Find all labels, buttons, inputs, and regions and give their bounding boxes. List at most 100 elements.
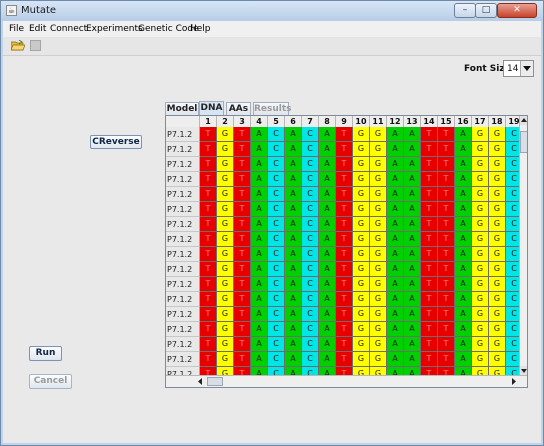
base-cell[interactable]: G: [370, 277, 387, 292]
base-cell[interactable]: G: [370, 232, 387, 247]
base-cell[interactable]: A: [455, 262, 472, 277]
base-cell[interactable]: A: [251, 232, 268, 247]
base-cell[interactable]: G: [489, 322, 506, 337]
base-cell[interactable]: G: [472, 277, 489, 292]
base-cell[interactable]: T: [234, 172, 251, 187]
base-cell[interactable]: G: [489, 187, 506, 202]
horizontal-scrollbar[interactable]: [166, 375, 527, 387]
row-label[interactable]: P7.1.2: [166, 262, 200, 277]
tab-dna[interactable]: DNA: [199, 101, 224, 115]
base-cell[interactable]: T: [421, 127, 438, 142]
base-cell[interactable]: G: [472, 307, 489, 322]
base-cell[interactable]: G: [217, 322, 234, 337]
maximize-button[interactable]: □: [475, 3, 497, 18]
base-cell[interactable]: C: [268, 142, 285, 157]
row-label[interactable]: P7.1.2: [166, 337, 200, 352]
row-label[interactable]: P7.1.2: [166, 127, 200, 142]
base-cell[interactable]: G: [489, 157, 506, 172]
base-cell[interactable]: G: [217, 187, 234, 202]
base-cell[interactable]: G: [489, 217, 506, 232]
base-cell[interactable]: A: [319, 352, 336, 367]
base-cell[interactable]: A: [285, 322, 302, 337]
base-cell[interactable]: G: [370, 217, 387, 232]
base-cell[interactable]: A: [404, 262, 421, 277]
column-header[interactable]: 18: [489, 116, 506, 127]
base-cell[interactable]: T: [234, 157, 251, 172]
base-cell[interactable]: G: [472, 247, 489, 262]
base-cell[interactable]: G: [353, 142, 370, 157]
menu-edit[interactable]: Edit: [29, 24, 46, 34]
base-cell[interactable]: T: [234, 142, 251, 157]
base-cell[interactable]: T: [336, 277, 353, 292]
base-cell[interactable]: T: [234, 337, 251, 352]
base-cell[interactable]: A: [387, 322, 404, 337]
title-bar[interactable]: ☕ Mutate – □ ✕: [1, 1, 543, 21]
base-cell[interactable]: A: [285, 352, 302, 367]
base-cell[interactable]: G: [472, 187, 489, 202]
base-cell[interactable]: A: [387, 157, 404, 172]
base-cell[interactable]: T: [438, 127, 455, 142]
base-cell[interactable]: C: [302, 142, 319, 157]
column-header[interactable]: 5: [268, 116, 285, 127]
base-cell[interactable]: T: [200, 307, 217, 322]
creverse-button[interactable]: CReverse: [90, 135, 142, 149]
base-cell[interactable]: T: [336, 352, 353, 367]
base-cell[interactable]: A: [455, 277, 472, 292]
base-cell[interactable]: G: [489, 307, 506, 322]
base-cell[interactable]: T: [234, 307, 251, 322]
base-cell[interactable]: T: [234, 187, 251, 202]
base-cell[interactable]: A: [285, 262, 302, 277]
base-cell[interactable]: G: [353, 202, 370, 217]
row-label[interactable]: P7.1.2: [166, 232, 200, 247]
column-header[interactable]: 9: [336, 116, 353, 127]
base-cell[interactable]: A: [387, 142, 404, 157]
base-cell[interactable]: A: [319, 322, 336, 337]
base-cell[interactable]: T: [336, 337, 353, 352]
base-cell[interactable]: A: [404, 127, 421, 142]
base-cell[interactable]: A: [404, 202, 421, 217]
base-cell[interactable]: C: [302, 277, 319, 292]
column-header[interactable]: 2: [217, 116, 234, 127]
base-cell[interactable]: G: [353, 322, 370, 337]
horizontal-scroll-thumb[interactable]: [207, 377, 223, 386]
base-cell[interactable]: A: [404, 307, 421, 322]
base-cell[interactable]: G: [353, 247, 370, 262]
base-cell[interactable]: A: [285, 142, 302, 157]
chevron-down-icon[interactable]: [520, 61, 533, 76]
base-cell[interactable]: T: [336, 187, 353, 202]
scroll-right-icon[interactable]: [509, 377, 518, 386]
base-cell[interactable]: T: [200, 202, 217, 217]
base-cell[interactable]: A: [319, 337, 336, 352]
base-cell[interactable]: C: [268, 187, 285, 202]
base-cell[interactable]: T: [336, 127, 353, 142]
base-cell[interactable]: T: [234, 127, 251, 142]
base-cell[interactable]: T: [438, 292, 455, 307]
font-size-select[interactable]: 14: [503, 60, 534, 77]
base-cell[interactable]: T: [336, 247, 353, 262]
minimize-button[interactable]: –: [454, 3, 476, 18]
base-cell[interactable]: A: [455, 337, 472, 352]
row-label[interactable]: P7.1.2: [166, 292, 200, 307]
base-cell[interactable]: C: [302, 157, 319, 172]
column-header[interactable]: 16: [455, 116, 472, 127]
base-cell[interactable]: G: [472, 232, 489, 247]
base-cell[interactable]: G: [217, 157, 234, 172]
base-cell[interactable]: G: [217, 217, 234, 232]
base-cell[interactable]: A: [455, 217, 472, 232]
base-cell[interactable]: A: [387, 232, 404, 247]
base-cell[interactable]: A: [387, 172, 404, 187]
base-cell[interactable]: C: [268, 127, 285, 142]
column-header[interactable]: 8: [319, 116, 336, 127]
base-cell[interactable]: A: [285, 187, 302, 202]
base-cell[interactable]: G: [472, 352, 489, 367]
base-cell[interactable]: A: [404, 337, 421, 352]
column-header[interactable]: 11: [370, 116, 387, 127]
base-cell[interactable]: G: [353, 232, 370, 247]
base-cell[interactable]: G: [353, 352, 370, 367]
base-cell[interactable]: T: [438, 322, 455, 337]
base-cell[interactable]: C: [302, 127, 319, 142]
base-cell[interactable]: T: [421, 277, 438, 292]
base-cell[interactable]: C: [302, 172, 319, 187]
column-header[interactable]: 13: [404, 116, 421, 127]
row-label[interactable]: P7.1.2: [166, 172, 200, 187]
